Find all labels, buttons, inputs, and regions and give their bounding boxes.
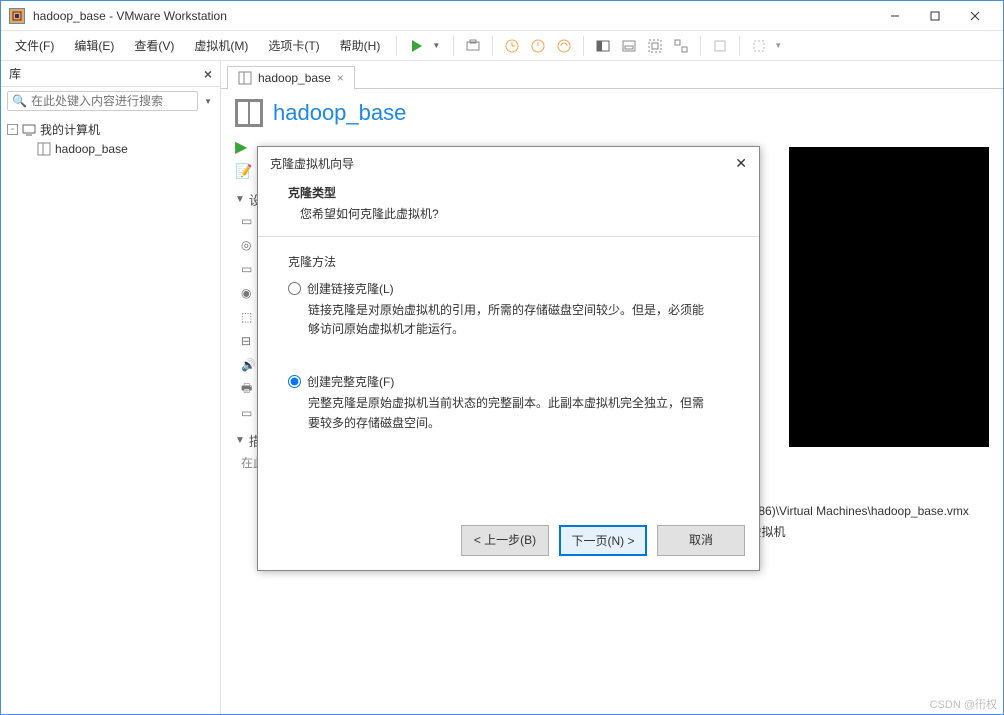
menu-view[interactable]: 查看(V) — [126, 33, 182, 58]
clock1-icon[interactable] — [501, 35, 523, 57]
radio-full-label: 创建完整克隆(F) — [307, 373, 394, 390]
clone-wizard-dialog: 克隆虚拟机向导 ✕ 克隆类型 您希望如何克隆此虚拟机? 克隆方法 创建链接克隆(… — [257, 146, 760, 571]
search-box[interactable]: 🔍 — [7, 91, 198, 111]
wizard-close-button[interactable]: ✕ — [735, 155, 747, 172]
fullscreen-icon[interactable] — [644, 35, 666, 57]
watermark: CSDN @衎权 — [930, 696, 997, 712]
maximize-button[interactable] — [915, 2, 955, 30]
sidebar-title: 库 — [9, 65, 21, 82]
menu-vm[interactable]: 虚拟机(M) — [186, 33, 256, 58]
tab-label: hadoop_base — [258, 71, 331, 85]
chevron-down-icon[interactable]: ▼ — [428, 41, 444, 50]
radio-linked-input[interactable] — [288, 282, 301, 295]
menu-help[interactable]: 帮助(H) — [332, 33, 389, 58]
vm-title: hadoop_base — [273, 100, 406, 126]
tree-item-label: hadoop_base — [55, 142, 128, 156]
chevron-down-icon[interactable]: ▼ — [202, 97, 214, 106]
sidebar: 库 × 🔍 ▼ - 我的计算机 hadoop_base — [1, 61, 221, 714]
clock3-icon[interactable] — [553, 35, 575, 57]
back-button[interactable]: < 上一步(B) — [461, 525, 549, 556]
next-button[interactable]: 下一页(N) > — [559, 525, 647, 556]
radio-full-input[interactable] — [288, 375, 301, 388]
close-button[interactable] — [955, 2, 995, 30]
wizard-head-title: 克隆类型 — [288, 184, 729, 201]
menu-edit[interactable]: 编辑(E) — [66, 33, 122, 58]
app-icon — [9, 8, 25, 24]
cancel-button[interactable]: 取消 — [657, 525, 745, 556]
view-single-icon[interactable] — [592, 35, 614, 57]
power-on-button[interactable]: ▼ — [405, 34, 445, 58]
library-tree: - 我的计算机 hadoop_base — [1, 115, 220, 162]
triangle-down-icon: ▼ — [235, 194, 245, 205]
search-icon: 🔍 — [12, 94, 27, 108]
tree-root[interactable]: - 我的计算机 — [7, 119, 214, 140]
search-input[interactable] — [31, 94, 193, 108]
computer-icon — [22, 123, 36, 137]
radio-linked-label: 创建链接克隆(L) — [307, 280, 394, 297]
radio-linked-clone[interactable]: 创建链接克隆(L) — [288, 280, 729, 297]
vm-large-icon — [235, 99, 263, 127]
tab-vm[interactable]: hadoop_base × — [227, 66, 355, 90]
minimize-button[interactable] — [875, 2, 915, 30]
wizard-title: 克隆虚拟机向导 — [270, 155, 354, 172]
chevron-down-icon[interactable]: ▼ — [774, 41, 782, 50]
stretch-icon[interactable] — [709, 35, 731, 57]
view-thumb-icon[interactable] — [618, 35, 640, 57]
titlebar: hadoop_base - VMware Workstation — [1, 1, 1003, 31]
vm-icon — [37, 142, 51, 156]
radio-full-clone[interactable]: 创建完整克隆(F) — [288, 373, 729, 390]
vm-icon — [238, 71, 252, 85]
window-title: hadoop_base - VMware Workstation — [33, 9, 875, 23]
clone-method-group-label: 克隆方法 — [288, 253, 729, 270]
menu-tabs[interactable]: 选项卡(T) — [260, 33, 327, 58]
sidebar-close-button[interactable]: × — [204, 66, 212, 82]
unity-icon[interactable] — [670, 35, 692, 57]
triangle-down-icon: ▼ — [235, 435, 245, 446]
snapshot-button[interactable] — [462, 35, 484, 57]
expand-icon[interactable] — [748, 35, 770, 57]
tree-root-label: 我的计算机 — [40, 121, 100, 138]
menubar: 文件(F) 编辑(E) 查看(V) 虚拟机(M) 选项卡(T) 帮助(H) ▼ … — [1, 31, 1003, 61]
radio-linked-desc: 链接克隆是对原始虚拟机的引用，所需的存储磁盘空间较少。但是，必须能够访问原始虚拟… — [288, 301, 708, 339]
collapse-icon[interactable]: - — [7, 124, 18, 135]
vm-preview — [789, 147, 989, 447]
tree-item-vm[interactable]: hadoop_base — [7, 140, 214, 158]
clock2-icon[interactable] — [527, 35, 549, 57]
radio-full-desc: 完整克隆是原始虚拟机当前状态的完整副本。此副本虚拟机完全独立，但需要较多的存储磁… — [288, 394, 708, 432]
tab-close-button[interactable]: × — [337, 71, 344, 85]
menu-file[interactable]: 文件(F) — [7, 33, 62, 58]
wizard-head-subtitle: 您希望如何克隆此虚拟机? — [288, 205, 729, 222]
